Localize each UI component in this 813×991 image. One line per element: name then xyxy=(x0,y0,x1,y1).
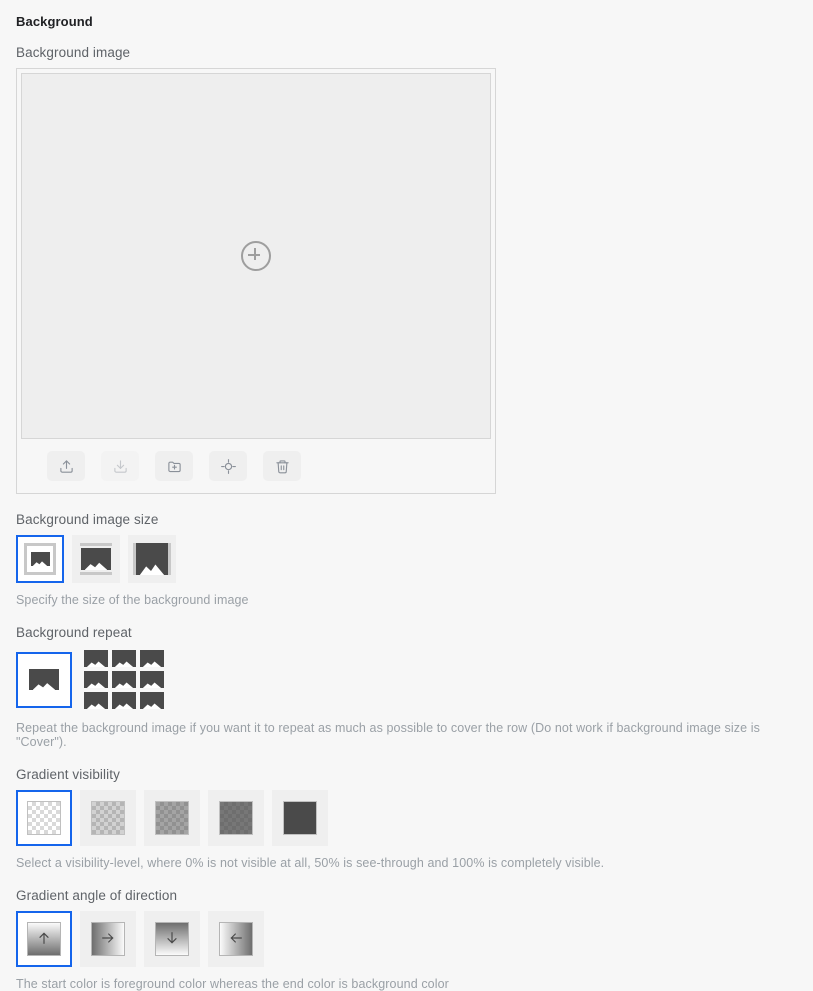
gradient-angle-help: The start color is foreground color wher… xyxy=(16,977,449,991)
background-image-size-field: Background image size Specify the size o… xyxy=(16,512,797,607)
visibility-25-option[interactable] xyxy=(80,790,136,846)
background-image-field: Background image xyxy=(16,45,797,494)
image-single-icon xyxy=(29,669,59,690)
angle-left-option[interactable] xyxy=(208,911,264,967)
visibility-swatch-75 xyxy=(219,801,253,835)
download-button[interactable] xyxy=(101,451,139,481)
crosshair-icon xyxy=(220,458,236,474)
folder-plus-icon xyxy=(167,459,182,474)
arrow-up-icon xyxy=(36,930,52,949)
background-settings-panel: Background Background image Background i… xyxy=(0,0,813,991)
angle-right-option[interactable] xyxy=(80,911,136,967)
background-repeat-field: Background repeat Repeat the background … xyxy=(16,625,797,749)
size-cover-option[interactable] xyxy=(128,535,176,583)
gradient-visibility-label: Gradient visibility xyxy=(16,767,120,782)
visibility-0-option[interactable] xyxy=(16,790,72,846)
angle-up-option[interactable] xyxy=(16,911,72,967)
image-toolbar xyxy=(17,439,495,493)
background-repeat-label: Background repeat xyxy=(16,625,132,640)
repeat-no-repeat-option[interactable] xyxy=(16,651,72,708)
background-image-size-help: Specify the size of the background image xyxy=(16,593,249,607)
background-image-size-label: Background image size xyxy=(16,512,159,527)
image-small-icon xyxy=(24,543,56,575)
repeat-tiled-option[interactable] xyxy=(80,648,168,711)
section-title: Background xyxy=(16,14,93,29)
image-large-icon xyxy=(133,543,171,575)
image-grid-icon xyxy=(84,650,164,709)
background-repeat-help: Repeat the background image if you want … xyxy=(16,721,760,749)
upload-button[interactable] xyxy=(47,451,85,481)
gradient-visibility-field: Gradient visibility Select a visibility-… xyxy=(16,767,797,870)
visibility-swatch-0 xyxy=(27,801,61,835)
visibility-swatch-25 xyxy=(91,801,125,835)
visibility-75-option[interactable] xyxy=(208,790,264,846)
gradient-preview-left xyxy=(219,922,253,956)
gradient-preview-right xyxy=(91,922,125,956)
gradient-angle-label: Gradient angle of direction xyxy=(16,888,178,903)
image-medium-icon xyxy=(80,543,112,575)
visibility-swatch-100 xyxy=(283,801,317,835)
image-drop-area[interactable] xyxy=(21,73,491,439)
open-folder-button[interactable] xyxy=(155,451,193,481)
size-contain-option[interactable] xyxy=(72,535,120,583)
size-auto-option[interactable] xyxy=(16,535,64,583)
background-image-label: Background image xyxy=(16,45,131,60)
upload-icon xyxy=(59,459,74,474)
gradient-angle-options xyxy=(16,911,797,967)
download-icon xyxy=(113,459,128,474)
plus-circle-icon[interactable] xyxy=(241,241,271,271)
gradient-preview-up xyxy=(27,922,61,956)
trash-icon xyxy=(275,459,290,474)
gradient-visibility-options xyxy=(16,790,797,846)
angle-down-option[interactable] xyxy=(144,911,200,967)
gradient-preview-down xyxy=(155,922,189,956)
arrow-left-icon xyxy=(228,930,244,949)
background-image-size-options xyxy=(16,535,797,583)
locate-button[interactable] xyxy=(209,451,247,481)
gradient-angle-field: Gradient angle of direction The start co… xyxy=(16,888,797,991)
background-image-picker xyxy=(16,68,496,494)
arrow-right-icon xyxy=(100,930,116,949)
visibility-50-option[interactable] xyxy=(144,790,200,846)
visibility-swatch-50 xyxy=(155,801,189,835)
visibility-100-option[interactable] xyxy=(272,790,328,846)
background-repeat-options xyxy=(16,648,797,711)
gradient-visibility-help: Select a visibility-level, where 0% is n… xyxy=(16,856,605,870)
arrow-down-icon xyxy=(164,930,180,949)
delete-button[interactable] xyxy=(263,451,301,481)
